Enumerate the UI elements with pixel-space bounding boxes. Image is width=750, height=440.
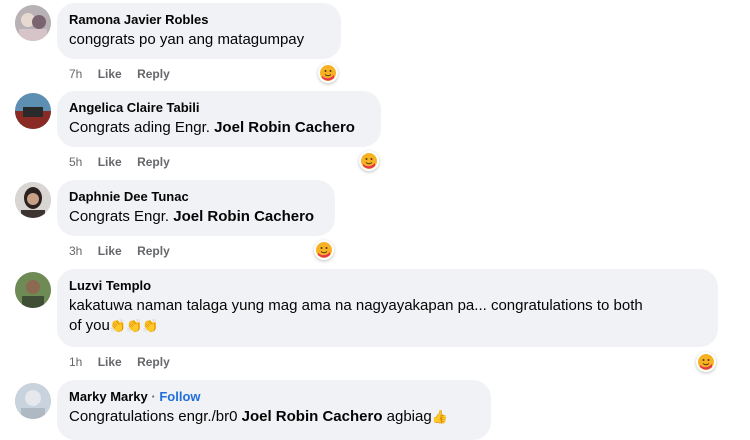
comment-actions: 1h Like Reply (69, 354, 182, 370)
comment-text-line: of you👏👏👏 (69, 316, 706, 336)
avatar[interactable] (15, 383, 51, 419)
thumbs-up-icon: 👍 (431, 409, 448, 424)
avatar[interactable] (15, 272, 51, 308)
care-emoji-icon (316, 242, 332, 258)
comment-bubble: Luzvi Templo kakatuwa naman talaga yung … (57, 269, 718, 347)
avatar[interactable] (15, 93, 51, 129)
follow-button[interactable]: Follow (159, 389, 200, 404)
reply-button[interactable]: Reply (137, 354, 170, 370)
comment-time[interactable]: 1h (69, 354, 82, 370)
comment-text: kakatuwa naman talaga yung mag ama na na… (69, 296, 706, 336)
comment-bubble: Ramona Javier Robles conggrats po yan an… (57, 3, 341, 59)
mention-link[interactable]: Joel Robin Cachero (242, 408, 383, 425)
reply-button[interactable]: Reply (137, 243, 170, 259)
mention-link[interactable]: Joel Robin Cachero (173, 208, 314, 225)
comment-text-part: of you (69, 317, 110, 334)
avatar[interactable] (15, 5, 51, 41)
comment-text-part: Congrats ading Engr. (69, 119, 215, 136)
avatar-image (15, 272, 51, 308)
care-emoji-icon (698, 354, 714, 370)
comment-author[interactable]: Luzvi Templo (69, 277, 706, 294)
clapping-hands-icon: 👏👏👏 (109, 318, 159, 333)
avatar-image (15, 5, 51, 41)
comment-bubble: Marky Marky · Follow Congratulations eng… (57, 380, 491, 440)
comment-time[interactable]: 5h (69, 154, 82, 170)
reaction-care-icon[interactable] (314, 240, 334, 260)
like-button[interactable]: Like (98, 243, 122, 259)
reply-button[interactable]: Reply (137, 66, 170, 82)
comment-time[interactable]: 7h (69, 66, 82, 82)
comment-text: Congrats ading Engr. Joel Robin Cachero (69, 118, 369, 138)
reaction-care-icon[interactable] (359, 151, 379, 171)
comment-bubble: Angelica Claire Tabili Congrats ading En… (57, 91, 381, 147)
comment-bubble: Daphnie Dee Tunac Congrats Engr. Joel Ro… (57, 180, 335, 236)
separator: · (147, 389, 160, 404)
comment-actions: 3h Like Reply (69, 243, 182, 259)
comment-text: conggrats po yan ang matagumpay (69, 31, 305, 48)
comment-author[interactable]: Daphnie Dee Tunac (69, 188, 323, 205)
mention-link[interactable]: Joel Robin Cachero (214, 119, 355, 136)
like-button[interactable]: Like (98, 66, 122, 82)
comment-author[interactable]: Marky Marky (69, 389, 148, 404)
reaction-care-icon[interactable] (318, 63, 338, 83)
comment-author[interactable]: Angelica Claire Tabili (69, 99, 369, 116)
comment-actions: 7h Like Reply (69, 66, 182, 82)
comment-text: Congrats Engr. Joel Robin Cachero (69, 207, 323, 227)
avatar-image (15, 182, 51, 218)
comment-author[interactable]: Ramona Javier Robles (69, 11, 329, 28)
comment-actions: 5h Like Reply (69, 154, 182, 170)
avatar-image (15, 93, 51, 129)
comment-text-part: Congratulations engr./br0 (69, 408, 242, 425)
like-button[interactable]: Like (98, 354, 122, 370)
comment-author-row: Marky Marky · Follow (69, 388, 479, 405)
comment-text-part: Congrats Engr. (69, 208, 174, 225)
reaction-care-icon[interactable] (696, 352, 716, 372)
comment-text: Congratulations engr./br0 Joel Robin Cac… (69, 407, 479, 427)
comment-text-line: kakatuwa naman talaga yung mag ama na na… (69, 297, 643, 314)
comment-time[interactable]: 3h (69, 243, 82, 259)
care-emoji-icon (361, 153, 377, 169)
comment-text-part: agbiag (382, 408, 432, 425)
avatar[interactable] (15, 182, 51, 218)
avatar-image (15, 383, 51, 419)
reply-button[interactable]: Reply (137, 154, 170, 170)
care-emoji-icon (320, 65, 336, 81)
like-button[interactable]: Like (98, 154, 122, 170)
